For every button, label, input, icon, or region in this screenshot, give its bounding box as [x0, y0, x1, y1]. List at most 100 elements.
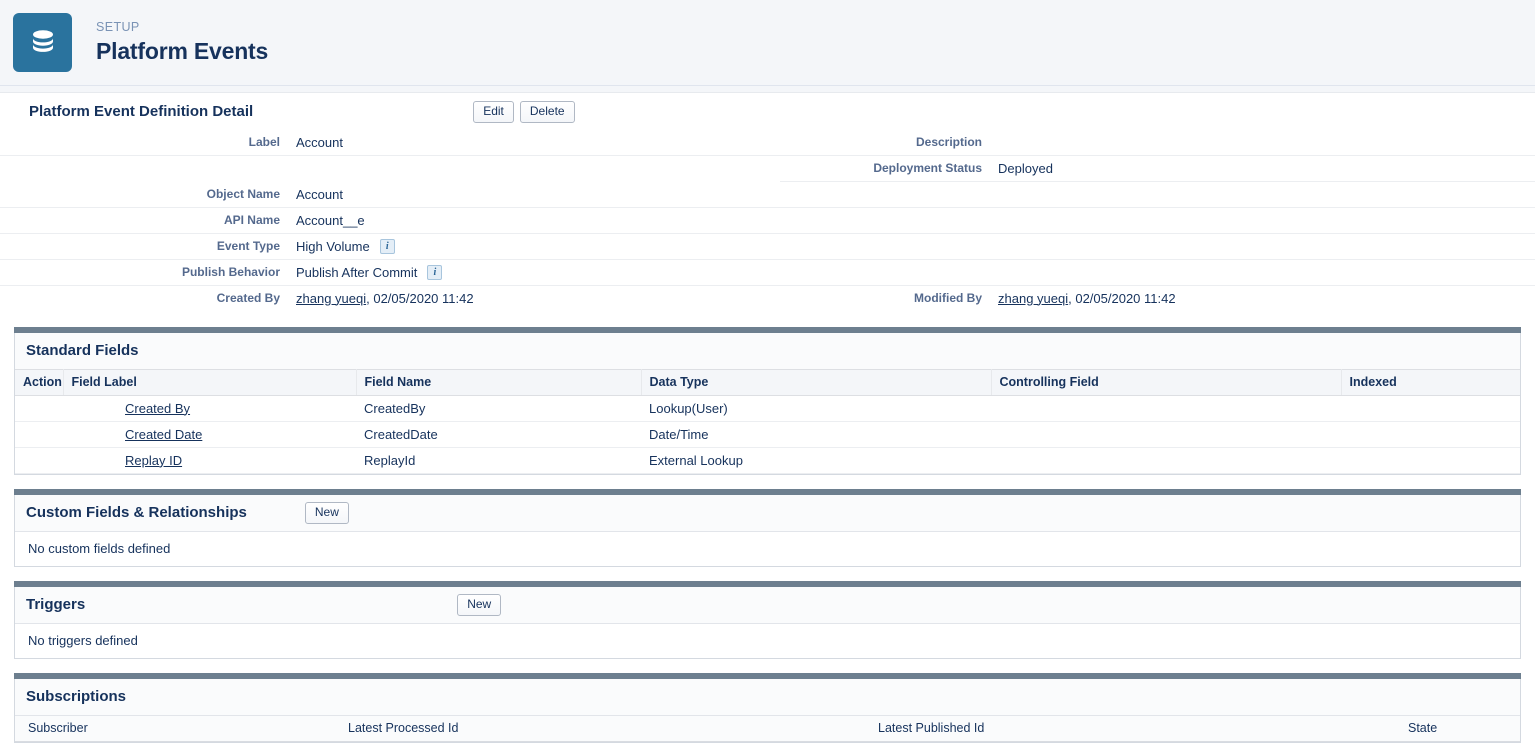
cell-field-label: Replay ID	[63, 447, 356, 474]
field-label-link[interactable]: Created By	[125, 401, 190, 416]
field-label-link[interactable]: Replay ID	[125, 453, 182, 468]
info-icon[interactable]: i	[427, 264, 443, 280]
col-header-indexed[interactable]: Indexed	[1341, 368, 1520, 396]
cell-action	[15, 395, 63, 422]
cell-action	[15, 447, 63, 474]
field-value-blank-r3	[990, 208, 1535, 218]
detail-section-title: Platform Event Definition Detail	[29, 103, 254, 120]
triggers-actions: New	[457, 593, 502, 616]
col-header-state: State	[1395, 714, 1520, 742]
page-title: Platform Events	[96, 38, 269, 64]
custom-fields-empty-message: No custom fields defined	[15, 530, 1520, 566]
cell-field-name: ReplayId	[356, 447, 641, 474]
detail-field-grid: Label Account Description Deployment Sta…	[0, 130, 1535, 311]
cell-controlling-field	[991, 421, 1341, 448]
field-label-link[interactable]: Created Date	[125, 427, 202, 442]
edit-button[interactable]: Edit	[473, 100, 514, 123]
triggers-empty-message: No triggers defined	[15, 622, 1520, 658]
col-header-data-type[interactable]: Data Type	[641, 368, 992, 396]
triggers-section: Triggers New No triggers defined	[14, 586, 1521, 659]
col-header-subscriber: Subscriber	[15, 714, 335, 742]
standard-fields-section: Standard Fields Action Field Label Field…	[14, 332, 1521, 475]
platform-event-detail-panel: Platform Event Definition Detail Edit De…	[0, 93, 1535, 311]
field-label-blank-r5	[780, 260, 990, 270]
detail-row: Created By zhang yueqi, 02/05/2020 11:42…	[0, 284, 1535, 311]
delete-button[interactable]: Delete	[519, 100, 575, 123]
cell-controlling-field	[991, 395, 1341, 422]
field-value-blank-r2	[990, 182, 1535, 192]
table-row: Created By CreatedBy Lookup(User)	[15, 395, 1520, 422]
detail-row: Object Name Account	[0, 181, 1535, 207]
detail-button-group: Edit Delete	[473, 100, 575, 123]
created-by-date: , 02/05/2020 11:42	[366, 290, 474, 306]
col-header-latest-processed-id: Latest Processed Id	[335, 714, 865, 742]
cell-field-name: CreatedDate	[356, 421, 641, 448]
detail-row: Label Account Description	[0, 130, 1535, 156]
subscriptions-section: Subscriptions Subscriber Latest Processe…	[14, 678, 1521, 743]
table-row: Created Date CreatedDate Date/Time	[15, 421, 1520, 448]
subscriptions-table: Subscriber Latest Processed Id Latest Pu…	[15, 714, 1520, 742]
cell-controlling-field	[991, 447, 1341, 474]
field-label-publish-behavior: Publish Behavior	[181, 264, 280, 279]
col-header-latest-published-id: Latest Published Id	[865, 714, 1395, 742]
subscriptions-title: Subscriptions	[26, 688, 127, 705]
cell-indexed	[1341, 447, 1520, 474]
standard-fields-table: Action Field Label Field Name Data Type …	[15, 368, 1520, 474]
col-header-controlling-field[interactable]: Controlling Field	[991, 368, 1342, 396]
col-header-field-label[interactable]: Field Label	[63, 368, 357, 396]
cell-field-name: CreatedBy	[356, 395, 641, 422]
publish-behavior-text: Publish After Commit	[296, 264, 418, 280]
created-by-user-link[interactable]: zhang yueqi	[296, 291, 366, 306]
field-value-modified-by: zhang yueqi, 02/05/2020 11:42	[990, 286, 1535, 311]
new-custom-field-button[interactable]: New	[304, 501, 349, 524]
custom-fields-title: Custom Fields & Relationships	[26, 504, 247, 521]
custom-fields-section: Custom Fields & Relationships New No cus…	[14, 494, 1521, 567]
custom-fields-actions: New	[304, 501, 349, 524]
field-value-created-by: zhang yueqi, 02/05/2020 11:42	[288, 286, 780, 311]
field-value-event-type: High Volume i	[288, 234, 780, 259]
field-label-event-type: Event Type	[216, 238, 280, 253]
detail-row: Publish Behavior Publish After Commit i	[0, 258, 1535, 285]
field-value-deployment-status: Deployed	[998, 161, 1053, 176]
header-text: SETUP Platform Events	[96, 20, 268, 65]
triggers-header: Triggers New	[15, 586, 1520, 623]
custom-fields-header: Custom Fields & Relationships New	[15, 494, 1520, 531]
cell-data-type: External Lookup	[641, 447, 991, 474]
field-value-label: Account	[296, 135, 343, 150]
field-value-description	[990, 130, 1535, 154]
table-row: Replay ID ReplayId External Lookup	[15, 447, 1520, 474]
field-label-blank-r2	[780, 182, 990, 192]
field-label-description: Description	[915, 135, 982, 149]
field-label-object-name: Object Name	[206, 186, 280, 201]
col-header-field-name[interactable]: Field Name	[356, 368, 642, 396]
table-header-row: Action Field Label Field Name Data Type …	[15, 368, 1520, 396]
col-header-action[interactable]: Action	[15, 368, 64, 396]
detail-row: Deployment Status Deployed	[0, 155, 1535, 182]
standard-fields-header: Standard Fields	[15, 332, 1520, 369]
field-value-blank-r5	[990, 260, 1535, 270]
field-label-created-by: Created By	[216, 290, 280, 305]
field-label-blank-r3	[780, 208, 990, 218]
detail-row: API Name Account__e	[0, 206, 1535, 233]
cell-data-type: Date/Time	[641, 421, 991, 448]
modified-by-date: , 02/05/2020 11:42	[1068, 290, 1176, 306]
field-label-blank-1	[0, 156, 288, 166]
modified-by-user-link[interactable]: zhang yueqi	[998, 291, 1068, 306]
cell-indexed	[1341, 395, 1520, 422]
field-label-blank-r4	[780, 234, 990, 244]
new-trigger-button[interactable]: New	[457, 593, 502, 616]
table-header-row: Subscriber Latest Processed Id Latest Pu…	[15, 714, 1520, 742]
field-label-api-name: API Name	[223, 212, 280, 227]
info-icon[interactable]: i	[379, 238, 395, 254]
cell-action	[15, 421, 63, 448]
event-type-text: High Volume	[296, 238, 370, 254]
field-value-blank-1	[288, 156, 780, 166]
cell-field-label: Created Date	[63, 421, 356, 448]
setup-eyebrow: SETUP	[96, 20, 140, 34]
detail-row: Event Type High Volume i	[0, 232, 1535, 259]
field-value-publish-behavior: Publish After Commit i	[288, 260, 780, 285]
detail-titlebar: Platform Event Definition Detail Edit De…	[0, 93, 1535, 130]
